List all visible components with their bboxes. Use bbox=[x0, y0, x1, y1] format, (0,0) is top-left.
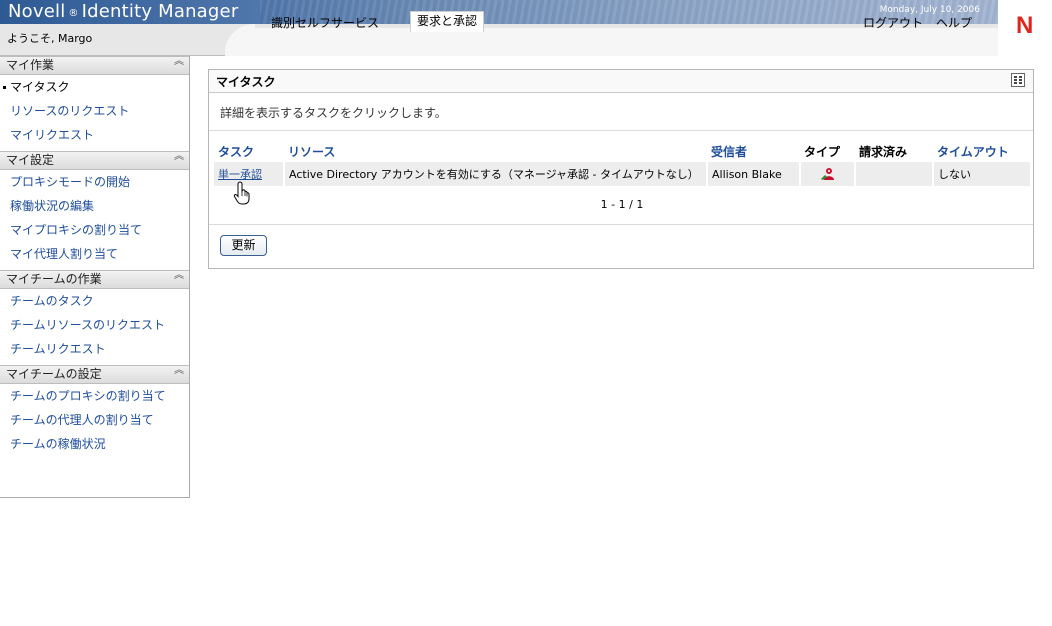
sidebar-item-resource-request[interactable]: リソースのリクエスト bbox=[0, 99, 189, 123]
product-title: Novell ® Identity Manager bbox=[8, 1, 239, 22]
collapse-up-icon[interactable]: ︽ bbox=[173, 366, 185, 381]
table-header-row: タスク リソース 受信者 タイプ 請求済み タイムアウト bbox=[214, 140, 1031, 162]
refresh-button[interactable]: 更新 bbox=[220, 235, 267, 256]
sidebar-group-header[interactable]: マイ作業 ︽ bbox=[0, 56, 189, 75]
column-header-claimed: 請求済み bbox=[859, 144, 908, 159]
resource-cell: Active Directory アカウントを有効にする（マネージャ承認 - タ… bbox=[284, 162, 708, 186]
timeout-cell: しない bbox=[933, 162, 1032, 186]
sidebar-group-header[interactable]: マイ設定 ︽ bbox=[0, 151, 189, 170]
welcome-message: ようこそ, Margo bbox=[7, 32, 93, 45]
column-header-timeout[interactable]: タイムアウト bbox=[933, 140, 1031, 162]
sidebar-group-my-work: マイ作業 ︽ マイタスク リソースのリクエスト マイリクエスト bbox=[0, 56, 189, 147]
task-table: タスク リソース 受信者 タイプ 請求済み タイムアウト 単一承認 Active… bbox=[214, 140, 1032, 186]
sidebar-item-my-delegate-assignments[interactable]: マイ代理人割り当て bbox=[0, 242, 189, 266]
divider bbox=[209, 130, 1033, 131]
divider bbox=[209, 224, 1033, 225]
sidebar-item-my-requests[interactable]: マイリクエスト bbox=[0, 123, 189, 147]
sidebar-item-my-proxy-assignments[interactable]: マイプロキシの割り当て bbox=[0, 218, 189, 242]
collapse-up-icon[interactable]: ︽ bbox=[173, 271, 185, 286]
sidebar-item-start-proxy-mode[interactable]: プロキシモードの開始 bbox=[0, 170, 189, 194]
sidebar-group-header[interactable]: マイチームの設定 ︽ bbox=[0, 365, 189, 384]
logout-link[interactable]: ログアウト bbox=[863, 14, 923, 31]
sidebar-item-team-proxy-assignments[interactable]: チームのプロキシの割り当て bbox=[0, 384, 189, 408]
sidebar-group-my-settings: マイ設定 ︽ プロキシモードの開始 稼働状況の編集 マイプロキシの割り当て マイ… bbox=[0, 151, 189, 266]
collapse-up-icon[interactable]: ︽ bbox=[173, 152, 185, 167]
hand-pointer-icon bbox=[233, 181, 250, 205]
product-banner: Novell ® Identity Manager Monday, July 10,… bbox=[0, 0, 998, 24]
claimed-cell bbox=[855, 162, 934, 186]
help-link[interactable]: ヘルプ bbox=[936, 14, 972, 31]
table-row[interactable]: 単一承認 Active Directory アカウントを有効にする（マネージャ承… bbox=[214, 162, 1032, 186]
recipient-cell: Allison Blake bbox=[707, 162, 801, 186]
column-header-task[interactable]: タスク bbox=[214, 140, 284, 162]
sidebar-group-header[interactable]: マイチームの作業 ︽ bbox=[0, 270, 189, 289]
column-header-resource[interactable]: リソース bbox=[284, 140, 707, 162]
sidebar-item-team-resource-request[interactable]: チームリソースのリクエスト bbox=[0, 313, 189, 337]
novell-logo: N bbox=[998, 0, 1052, 56]
sidebar-item-edit-availability[interactable]: 稼働状況の編集 bbox=[0, 194, 189, 218]
sidebar-item-team-availability[interactable]: チームの稼働状況 bbox=[0, 432, 189, 456]
instruction-text: 詳細を表示するタスクをクリックします。 bbox=[220, 106, 447, 120]
sidebar-item-team-tasks[interactable]: チームのタスク bbox=[0, 289, 189, 313]
column-layout-icon[interactable] bbox=[1011, 73, 1025, 87]
panel-title: マイタスク bbox=[216, 75, 276, 89]
type-cell bbox=[800, 162, 856, 186]
top-navigation-bar: ようこそ, Margo bbox=[0, 24, 998, 56]
sidebar-item-team-requests[interactable]: チームリクエスト bbox=[0, 337, 189, 361]
sidebar-group-team-work: マイチームの作業 ︽ チームのタスク チームリソースのリクエスト チームリクエス… bbox=[0, 270, 189, 361]
collapse-up-icon[interactable]: ︽ bbox=[173, 57, 185, 72]
sidebar: マイ作業 ︽ マイタスク リソースのリクエスト マイリクエスト マイ設定 ︽ プ… bbox=[0, 56, 190, 498]
sidebar-item-team-delegate-assignments[interactable]: チームの代理人の割り当て bbox=[0, 408, 189, 432]
panel-title-bar: マイタスク bbox=[209, 70, 1033, 93]
app-header: Novell ® Identity Manager Monday, July 10,… bbox=[0, 0, 1052, 56]
column-header-recipient[interactable]: 受信者 bbox=[707, 140, 800, 162]
sidebar-item-my-tasks[interactable]: マイタスク bbox=[0, 75, 189, 99]
sidebar-group-team-settings: マイチームの設定 ︽ チームのプロキシの割り当て チームの代理人の割り当て チー… bbox=[0, 365, 189, 456]
my-tasks-panel: マイタスク 詳細を表示するタスクをクリックします。 タスク リソース 受信者 タ… bbox=[208, 69, 1034, 269]
novell-logo-letter: N bbox=[1016, 12, 1034, 39]
pagination-text: 1 - 1 / 1 bbox=[600, 198, 644, 211]
user-role-icon bbox=[820, 167, 836, 181]
tab-identity-self-service[interactable]: 識別セルフサービス bbox=[271, 14, 379, 31]
tab-requests-approvals[interactable]: 要求と承認 bbox=[410, 11, 484, 32]
current-date: Monday, July 10, 2006 bbox=[879, 5, 980, 15]
column-header-type: タイプ bbox=[804, 144, 841, 159]
